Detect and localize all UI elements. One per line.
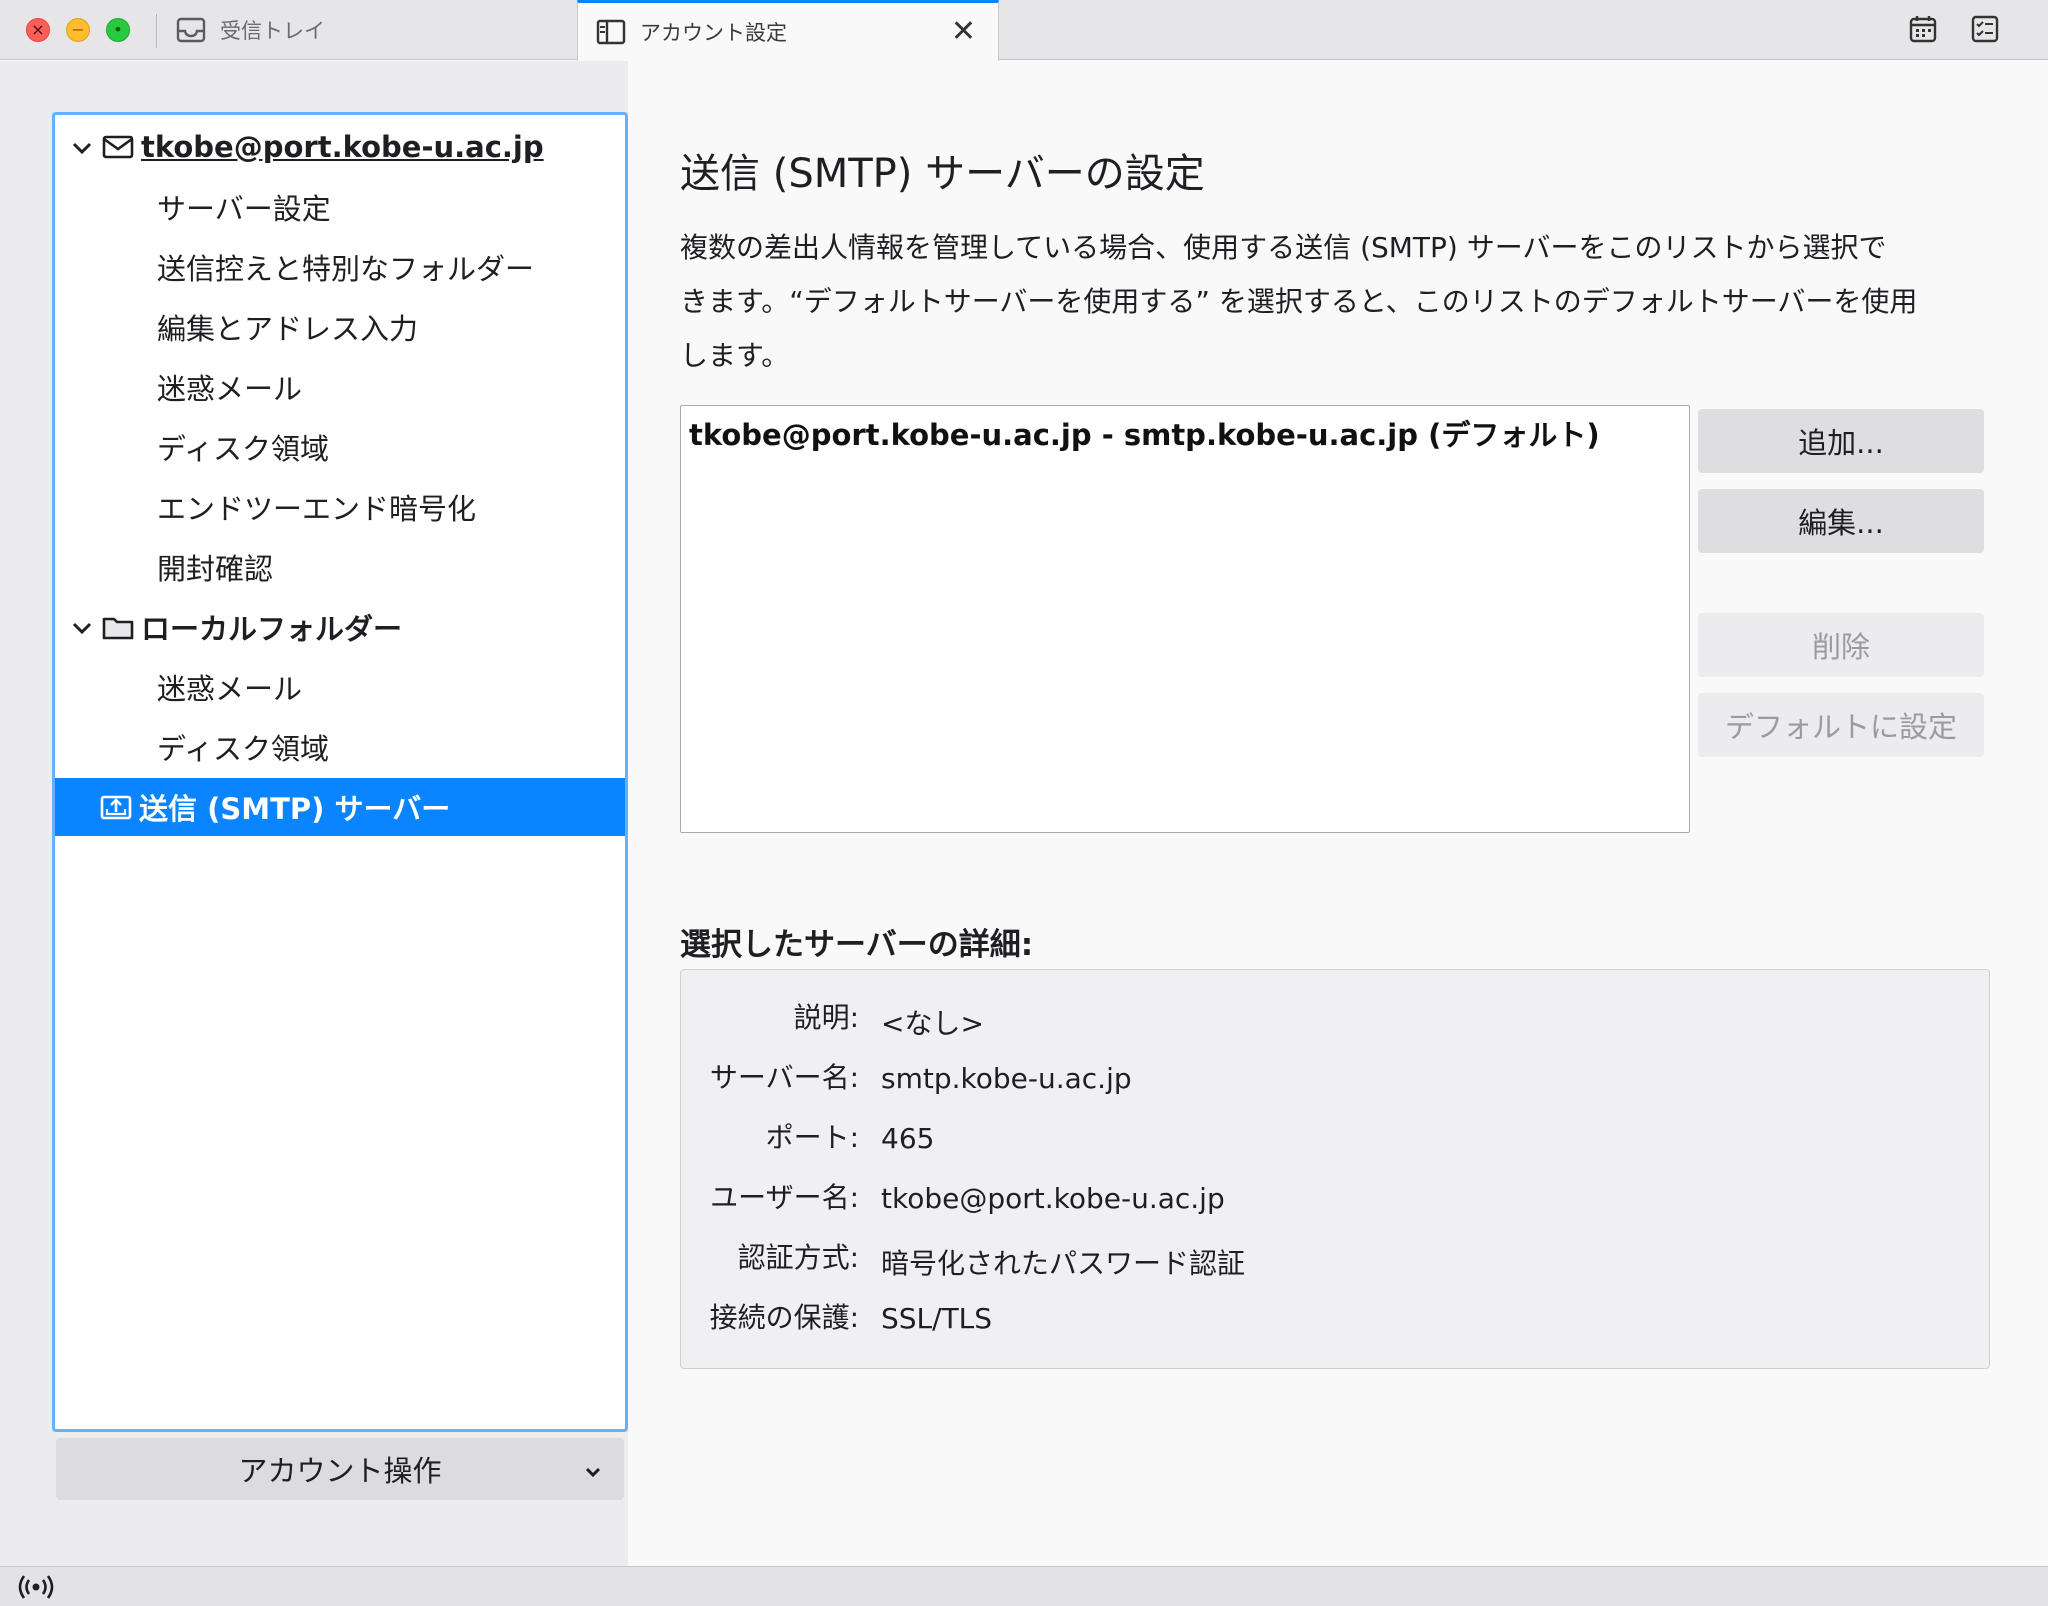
tree-item-copies-folders[interactable]: 送信控えと特別なフォルダー [55,238,625,296]
tree-item-label: エンドツーエンド暗号化 [157,492,477,526]
detail-label: 接続の保護: [709,1301,859,1334]
tab-label: 受信トレイ [220,19,325,43]
tree-item-smtp-server[interactable]: 送信 (SMTP) サーバー [55,778,625,836]
detail-value: 暗号化されたパスワード認証 [881,1247,1246,1280]
detail-label: サーバー名: [709,1061,859,1094]
details-heading: 選択したサーバーの詳細: [680,927,1034,963]
tasks-icon[interactable] [1970,14,2000,44]
tree-item-label: 編集とアドレス入力 [157,312,419,346]
detail-label: 説明: [793,1001,859,1034]
detail-port: ポート: 465 [681,1116,1981,1162]
detail-label: ユーザー名: [710,1181,859,1214]
detail-label: 認証方式: [737,1241,859,1274]
page-title: 送信 (SMTP) サーバーの設定 [680,151,1205,197]
detail-value: tkobe@port.kobe-u.ac.jp [881,1182,1225,1215]
account-actions-button[interactable]: アカウント操作 [56,1438,624,1500]
tree-account[interactable]: tkobe@port.kobe-u.ac.jp [55,118,625,176]
inbox-icon [176,17,206,43]
detail-value: 465 [881,1122,935,1155]
online-status-icon[interactable] [18,1573,54,1601]
fullscreen-window-button[interactable]: • [106,18,130,42]
chevron-down-icon [582,1456,604,1490]
tree-item-server-settings[interactable]: サーバー設定 [55,178,625,236]
tree-item-label: 送信 (SMTP) サーバー [139,792,451,826]
detail-server-name: サーバー名: smtp.kobe-u.ac.jp [681,1056,1981,1102]
tab-separator [156,14,157,48]
detail-connection-security: 接続の保護: SSL/TLS [681,1296,1981,1342]
detail-label: ポート: [765,1121,859,1154]
edit-server-button[interactable]: 編集... [1698,489,1984,553]
tab-close-icon[interactable]: ✕ [951,17,976,47]
detail-value: SSL/TLS [881,1302,993,1335]
outgoing-server-icon [99,793,133,821]
detail-value: <なし> [881,1007,984,1040]
detail-username: ユーザー名: tkobe@port.kobe-u.ac.jp [681,1176,1981,1222]
account-settings-icon [596,19,626,45]
tree-item-return-receipts[interactable]: 開封確認 [55,538,625,596]
tab-account-settings[interactable]: アカウント設定 ✕ [577,0,999,61]
description-line: きます。“デフォルトサーバーを使用する” を選択すると、このリストのデフォルトサ… [680,285,1918,318]
account-actions-label: アカウント操作 [238,1454,442,1488]
tree-item-local-disk-space[interactable]: ディスク領域 [55,718,625,776]
tree-item-label: ディスク領域 [157,432,329,466]
tab-label: アカウント設定 [640,21,787,45]
server-list-item[interactable]: tkobe@port.kobe-u.ac.jp - smtp.kobe-u.ac… [689,412,1600,454]
description: 複数の差出人情報を管理している場合、使用する送信 (SMTP) サーバーをこのリ… [680,221,2040,383]
tree-local-folders[interactable]: ローカルフォルダー [55,598,625,656]
chevron-down-icon[interactable] [69,134,95,160]
tree-item-local-junk[interactable]: 迷惑メール [55,658,625,716]
set-default-button[interactable]: デフォルトに設定 [1698,693,1984,757]
tree-item-label: 送信控えと特別なフォルダー [157,252,535,286]
tree-item-label: 迷惑メール [157,372,303,406]
detail-description: 説明: <なし> [681,996,1981,1042]
tree-item-disk-space[interactable]: ディスク領域 [55,418,625,476]
server-details-box: 説明: <なし> サーバー名: smtp.kobe-u.ac.jp ポート: 4… [680,969,1990,1369]
tree-item-label: ディスク領域 [157,732,329,766]
tab-bar: × − • 受信トレイ アカウント設定 ✕ [0,0,2048,61]
tab-inbox[interactable]: 受信トレイ [174,0,574,60]
local-folders-label: ローカルフォルダー [141,612,403,646]
account-name: tkobe@port.kobe-u.ac.jp [141,130,544,164]
tree-item-label: サーバー設定 [157,192,331,226]
detail-auth-method: 認証方式: 暗号化されたパスワード認証 [681,1236,1981,1282]
add-server-button[interactable]: 追加... [1698,409,1984,473]
tree-item-composition[interactable]: 編集とアドレス入力 [55,298,625,356]
minimize-window-button[interactable]: − [66,18,90,42]
description-line: します。 [680,339,790,372]
smtp-server-list[interactable]: tkobe@port.kobe-u.ac.jp - smtp.kobe-u.ac… [680,405,1690,833]
minimize-icon: − [71,20,85,39]
tree-item-label: 迷惑メール [157,672,303,706]
main-panel: 送信 (SMTP) サーバーの設定 複数の差出人情報を管理している場合、使用する… [628,61,2048,1566]
status-bar [0,1566,2048,1606]
fullscreen-icon: • [113,20,123,39]
description-line: 複数の差出人情報を管理している場合、使用する送信 (SMTP) サーバーをこのリ… [680,231,1887,264]
close-window-button[interactable]: × [26,18,50,42]
tree-item-e2e-encryption[interactable]: エンドツーエンド暗号化 [55,478,625,536]
detail-value: smtp.kobe-u.ac.jp [881,1062,1132,1095]
delete-server-button[interactable]: 削除 [1698,613,1984,677]
folder-icon [101,613,135,641]
close-icon: × [31,20,45,39]
account-tree[interactable]: tkobe@port.kobe-u.ac.jp サーバー設定 送信控えと特別なフ… [52,112,628,1432]
mail-icon [101,133,135,161]
tree-item-label: 開封確認 [157,552,274,586]
calendar-icon[interactable] [1908,14,1938,44]
chevron-down-icon[interactable] [69,614,95,640]
tree-item-junk[interactable]: 迷惑メール [55,358,625,416]
